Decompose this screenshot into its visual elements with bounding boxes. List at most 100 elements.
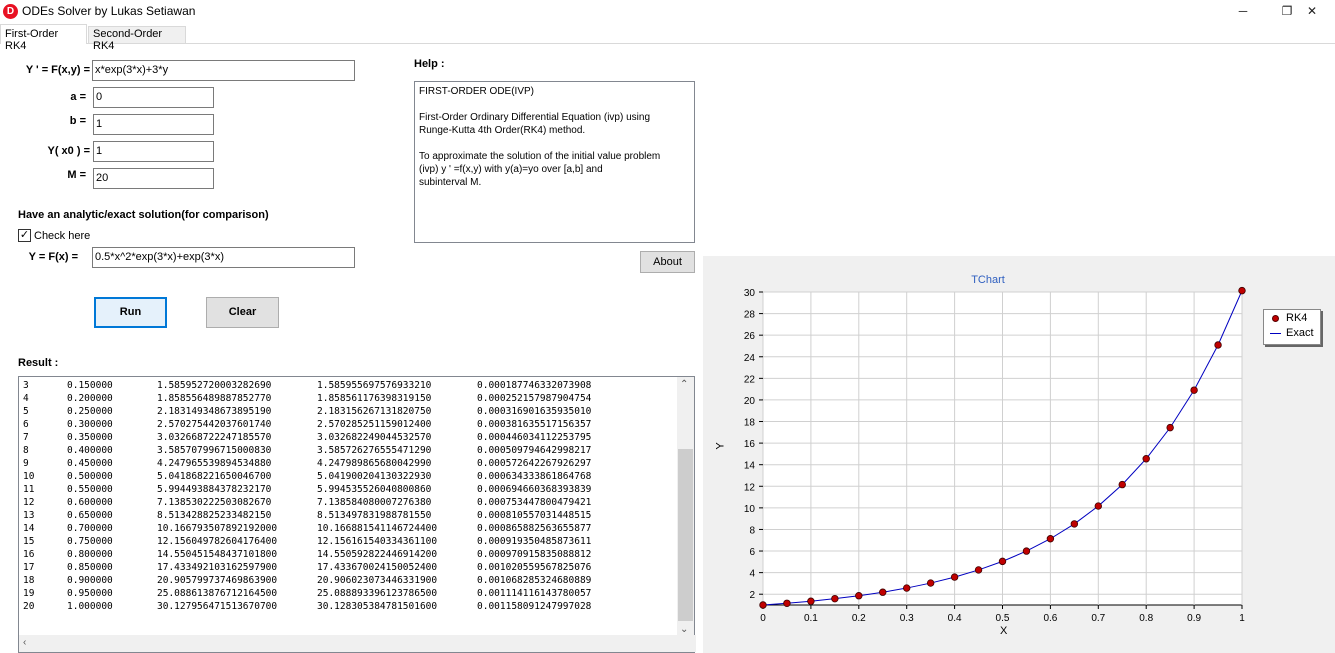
y0-label: Y( x0 ) = <box>47 145 91 157</box>
result-cell: 0.000865882563655877 <box>477 523 592 534</box>
y0-input[interactable]: 1 <box>93 141 214 162</box>
y-tick-label: 4 <box>749 569 755 580</box>
result-cell: 0.600000 <box>67 497 113 508</box>
result-cell: 4.247965539894534880 <box>157 458 272 469</box>
run-button[interactable]: Run <box>94 297 167 328</box>
rk4-point <box>1142 455 1150 463</box>
result-cell: 0.800000 <box>67 549 113 560</box>
result-cell: 0.000509794642998217 <box>477 445 592 456</box>
result-cell: 0.950000 <box>67 588 113 599</box>
result-cell: 2.570285251159012400 <box>317 419 432 430</box>
clear-button[interactable]: Clear <box>206 297 279 328</box>
x-tick-label: 1 <box>1239 613 1245 624</box>
result-cell: 0.000694660368393839 <box>477 484 592 495</box>
result-cell: 1.858556489887852770 <box>157 393 272 404</box>
result-cell: 4 <box>23 393 29 404</box>
chart-legend: RK4 Exact <box>1263 309 1321 345</box>
x-tick-label: 0.8 <box>1139 613 1153 624</box>
scroll-left-icon[interactable]: ‹ <box>23 637 26 648</box>
rk4-point <box>1094 502 1102 510</box>
y-tick-label: 18 <box>744 418 756 429</box>
result-cell: 20 <box>23 601 35 612</box>
rk4-point <box>1166 423 1174 432</box>
result-cell: 12.156161540334361100 <box>317 536 438 547</box>
x-tick-label: 0 <box>760 613 766 624</box>
result-cell: 17 <box>23 562 35 573</box>
scroll-thumb[interactable] <box>678 449 693 621</box>
scroll-up-icon[interactable]: ⌃ <box>680 379 688 390</box>
a-input[interactable]: 0 <box>93 87 214 108</box>
result-cell: 5 <box>23 406 29 417</box>
result-cell: 10.166881541146724400 <box>317 523 438 534</box>
minimize-button[interactable]: ─ <box>1220 0 1266 23</box>
result-cell: 18 <box>23 575 35 586</box>
result-cell: 1.000000 <box>67 601 113 612</box>
result-cell: 9 <box>23 458 29 469</box>
rk4-point <box>1214 341 1222 349</box>
result-cell: 7.138530222503082670 <box>157 497 272 508</box>
result-cell: 30.128305384781501600 <box>317 601 438 612</box>
result-cell: 17.433492103162597900 <box>157 562 278 573</box>
result-cell: 1.585952720003282690 <box>157 380 272 391</box>
result-cell: 0.000316901635935010 <box>477 406 592 417</box>
result-horizontal-scrollbar[interactable]: ‹ <box>19 635 696 652</box>
result-cell: 13 <box>23 510 35 521</box>
result-cell: 0.000572642267926297 <box>477 458 592 469</box>
result-cell: 14.550451548437101800 <box>157 549 278 560</box>
result-cell: 0.500000 <box>67 471 113 482</box>
result-cell: 25.088893396123786500 <box>317 588 438 599</box>
rk4-point <box>974 566 983 574</box>
result-cell: 3.585726276555471290 <box>317 445 432 456</box>
x-tick-label: 0.3 <box>900 613 914 624</box>
scroll-down-icon[interactable]: ⌄ <box>680 624 688 635</box>
exact-input[interactable]: 0.5*x^2*exp(3*x)+exp(3*x) <box>92 247 355 268</box>
result-cell: 7 <box>23 432 29 443</box>
rk4-point <box>879 588 887 596</box>
result-cell: 3.585707996715000830 <box>157 445 272 456</box>
result-cell: 0.250000 <box>67 406 113 417</box>
result-textbox[interactable]: 3 0.150000 1.585952720003282690 1.585955697… <box>18 376 696 653</box>
legend-exact-line <box>1270 333 1281 334</box>
legend-exact-label: Exact <box>1286 327 1314 339</box>
about-button[interactable]: About <box>640 251 695 273</box>
m-input[interactable]: 20 <box>93 168 214 189</box>
y-tick-label: 8 <box>749 525 755 536</box>
exact-solution-checkbox[interactable]: ✓ <box>18 229 31 242</box>
result-cell: 1.585955697576933210 <box>317 380 432 391</box>
tab-first-order-rk4[interactable]: First-Order RK4 <box>0 24 87 52</box>
x-tick-label: 0.7 <box>1091 613 1105 624</box>
result-cell: 15 <box>23 536 35 547</box>
result-cell: 3.032682249044532570 <box>317 432 432 443</box>
result-cell: 2.183156267131820750 <box>317 406 432 417</box>
tab-second-order-rk4[interactable]: Second-Order RK4 <box>88 26 186 52</box>
result-cell: 10.166793507892192000 <box>157 523 278 534</box>
help-textbox[interactable]: FIRST-ORDER ODE(IVP) First-Order Ordinar… <box>414 81 695 243</box>
fxy-input[interactable]: x*exp(3*x)+3*y <box>92 60 355 81</box>
fxy-label: Y ' = F(x,y) = <box>25 64 90 76</box>
b-input[interactable]: 1 <box>93 114 214 135</box>
result-cell: 1.858561176398319150 <box>317 393 432 404</box>
close-button[interactable]: ✕ <box>1289 0 1335 23</box>
y-tick-label: 20 <box>744 396 756 407</box>
result-vertical-scrollbar[interactable]: ⌃ ⌄ <box>677 377 694 637</box>
result-cell: 8 <box>23 445 29 456</box>
result-cell: 30.127956471513670700 <box>157 601 278 612</box>
result-cell: 0.300000 <box>67 419 113 430</box>
window-title: ODEs Solver by Lukas Setiawan <box>22 4 196 18</box>
result-cell: 12.156049782604176400 <box>157 536 278 547</box>
rk4-point <box>1046 535 1055 543</box>
help-label: Help : <box>414 58 445 70</box>
legend-rk4-marker <box>1272 315 1279 322</box>
y-tick-label: 6 <box>749 547 755 558</box>
result-cell: 2.570275442037601740 <box>157 419 272 430</box>
result-cell: 8.513497831988781550 <box>317 510 432 521</box>
result-cell: 7.138584080007276380 <box>317 497 432 508</box>
result-cell: 0.001114116143780057 <box>477 588 592 599</box>
rk4-point <box>783 599 791 607</box>
exact-label: Y = F(x) = <box>28 251 78 263</box>
result-cell: 0.200000 <box>67 393 113 404</box>
result-cell: 0.000970915835088812 <box>477 549 592 560</box>
y-tick-label: 14 <box>744 461 756 472</box>
rk4-point <box>1118 480 1126 489</box>
rk4-point <box>855 592 863 600</box>
